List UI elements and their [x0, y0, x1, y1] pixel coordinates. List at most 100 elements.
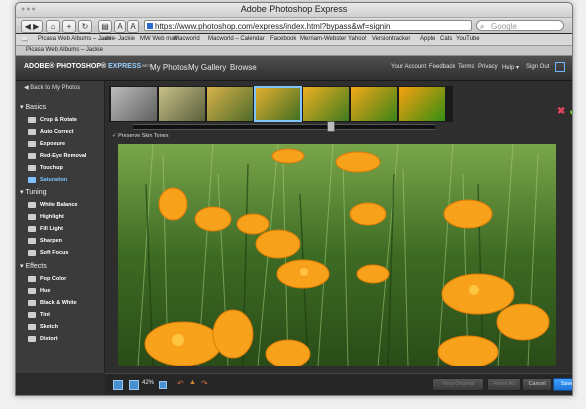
tool-white-balance[interactable]: White Balance	[28, 200, 78, 210]
tool-label: Black & White	[40, 300, 77, 306]
apply-edit-icon[interactable]: ✔	[569, 105, 572, 118]
undo-icon[interactable]: ↶	[177, 379, 184, 388]
bookmark-item[interactable]: MW Web mail	[140, 36, 177, 42]
tool-label: Exposure	[40, 141, 66, 147]
nav-browse[interactable]: Browse	[230, 63, 257, 72]
bookmark-item[interactable]: Apple	[420, 36, 435, 42]
bookmark-item[interactable]: Macworld – Calendar	[208, 36, 265, 42]
nav-help[interactable]: Help ▾	[502, 64, 519, 71]
tool-crop-rotate[interactable]: Crop & Rotate	[28, 115, 77, 125]
tool-label: Hue	[40, 288, 51, 294]
eye-icon	[28, 152, 36, 159]
print-button[interactable]: ▤	[98, 20, 112, 33]
tab-picasa[interactable]: Picasa Web Albums – Jackie	[26, 47, 103, 53]
arrow-up-icon[interactable]: ▲	[189, 379, 196, 386]
cancel-button[interactable]: Cancel	[522, 378, 552, 391]
app-header: ADOBE® PHOTOSHOP® EXPRESSBETA My Photos …	[16, 56, 572, 81]
tool-red-eye[interactable]: Red-Eye Removal	[28, 151, 86, 161]
tool-touchup[interactable]: Touchup	[28, 163, 63, 173]
reset-all-button[interactable]: Reset All	[487, 378, 521, 391]
search-placeholder: Google	[491, 22, 517, 31]
tool-sketch[interactable]: Sketch	[28, 322, 58, 332]
photo-preview[interactable]	[118, 144, 556, 366]
tool-exposure[interactable]: Exposure	[28, 139, 65, 149]
tool-label: Highlight	[40, 214, 64, 220]
tool-label: Red-Eye Removal	[40, 153, 87, 159]
zoom-options-icon[interactable]	[159, 381, 167, 389]
bookmark-item[interactable]: Yahoo!	[348, 36, 367, 42]
bookmark-item[interactable]: Macworld	[174, 36, 200, 42]
variation-thumbnail[interactable]	[351, 87, 397, 121]
section-tuning[interactable]: ▾ Tuning	[20, 188, 47, 196]
tool-sharpen[interactable]: Sharpen	[28, 236, 62, 246]
url-text: https://www.photoshop.com/express/index.…	[155, 22, 391, 31]
nav-sign-out[interactable]: Sign Out	[526, 64, 549, 70]
bookmark-item[interactable]: Facebook	[270, 36, 296, 42]
window-title: Adobe Photoshop Express	[240, 4, 348, 14]
app-logo[interactable]: ADOBE® PHOTOSHOP® EXPRESSBETA	[24, 63, 153, 70]
nav-terms[interactable]: Terms	[458, 64, 474, 70]
distort-icon	[28, 335, 36, 342]
tool-black-white[interactable]: Black & White	[28, 298, 77, 308]
fit-view-icon[interactable]	[113, 380, 123, 390]
view-original-button[interactable]: View Original	[432, 378, 484, 391]
variation-thumbnail[interactable]	[399, 87, 445, 121]
bookmarks-book-icon[interactable]: 📖	[21, 36, 28, 43]
tool-label: Sketch	[40, 324, 59, 330]
bookmark-item[interactable]: Merriam-Webster	[300, 36, 346, 42]
add-bookmark-button[interactable]: +	[62, 20, 76, 33]
text-smaller-button[interactable]: A	[114, 20, 126, 33]
text-larger-button[interactable]: A	[127, 20, 139, 33]
tool-saturation[interactable]: Saturation	[28, 175, 67, 185]
reload-button[interactable]: ↻	[78, 20, 92, 33]
saturation-slider-handle[interactable]	[327, 121, 335, 132]
variation-thumbnail[interactable]	[207, 87, 253, 121]
nav-my-photos[interactable]: My Photos	[150, 63, 188, 72]
bookmark-item[interactable]: YouTube	[456, 36, 480, 42]
fullscreen-icon[interactable]	[555, 62, 565, 72]
actual-size-icon[interactable]	[129, 380, 139, 390]
back-to-photos-link[interactable]: ◀ Back to My Photos	[24, 84, 80, 91]
bookmark-item[interactable]: Cats	[440, 36, 452, 42]
back-forward-buttons[interactable]: ◀ ▶	[21, 20, 43, 33]
tool-label: Crop & Rotate	[40, 117, 77, 123]
tool-distort[interactable]: Distort	[28, 334, 58, 344]
cancel-edit-icon[interactable]: ✖	[557, 106, 565, 117]
variation-thumbnail[interactable]	[303, 87, 349, 121]
section-basics[interactable]: ▾ Basics	[20, 103, 46, 111]
bookmark-item[interactable]: ...ex – Jackie	[100, 36, 135, 42]
preserve-skin-tones-checkbox[interactable]: ✓ Preserve Skin Tones	[112, 133, 168, 139]
tool-label: Auto Correct	[40, 129, 74, 135]
logo-product: EXPRESS	[108, 63, 142, 70]
variation-thumbnail-selected[interactable]	[254, 86, 302, 122]
search-input[interactable]: ⌕ Google	[476, 20, 564, 31]
tool-label: Distort	[40, 336, 58, 342]
tool-hue[interactable]: Hue	[28, 286, 50, 296]
tool-soft-focus[interactable]: Soft Focus	[28, 248, 68, 258]
bookmark-item[interactable]: Versiontracker	[372, 36, 410, 42]
nav-feedback[interactable]: Feedback	[429, 64, 455, 70]
tool-label: Saturation	[40, 177, 68, 183]
home-button[interactable]: ⌂	[46, 20, 60, 33]
section-title: Tuning	[25, 189, 47, 196]
nav-your-account[interactable]: Your Account	[391, 64, 426, 70]
tool-fill-light[interactable]: Fill Light	[28, 224, 63, 234]
highlight-icon	[28, 213, 36, 220]
nav-my-gallery[interactable]: My Gallery	[188, 63, 226, 72]
tool-auto-correct[interactable]: Auto Correct	[28, 127, 74, 137]
tool-pop-color[interactable]: Pop Color	[28, 274, 66, 284]
logo-brand: ADOBE® PHOTOSHOP®	[24, 63, 107, 70]
fill-light-icon	[28, 225, 36, 232]
saturation-icon	[28, 176, 36, 183]
save-button[interactable]: Save	[553, 378, 572, 391]
variation-thumbnail[interactable]	[111, 87, 157, 121]
address-bar[interactable]: https://www.photoshop.com/express/index.…	[144, 20, 472, 31]
tool-highlight[interactable]: Highlight	[28, 212, 64, 222]
redo-icon[interactable]: ↷	[201, 379, 208, 388]
variation-thumbnail[interactable]	[159, 87, 205, 121]
nav-privacy[interactable]: Privacy	[478, 64, 498, 70]
site-icon	[147, 23, 153, 29]
tool-tint[interactable]: Tint	[28, 310, 50, 320]
section-effects[interactable]: ▾ Effects	[20, 262, 47, 270]
saturation-slider-track[interactable]	[133, 124, 435, 130]
